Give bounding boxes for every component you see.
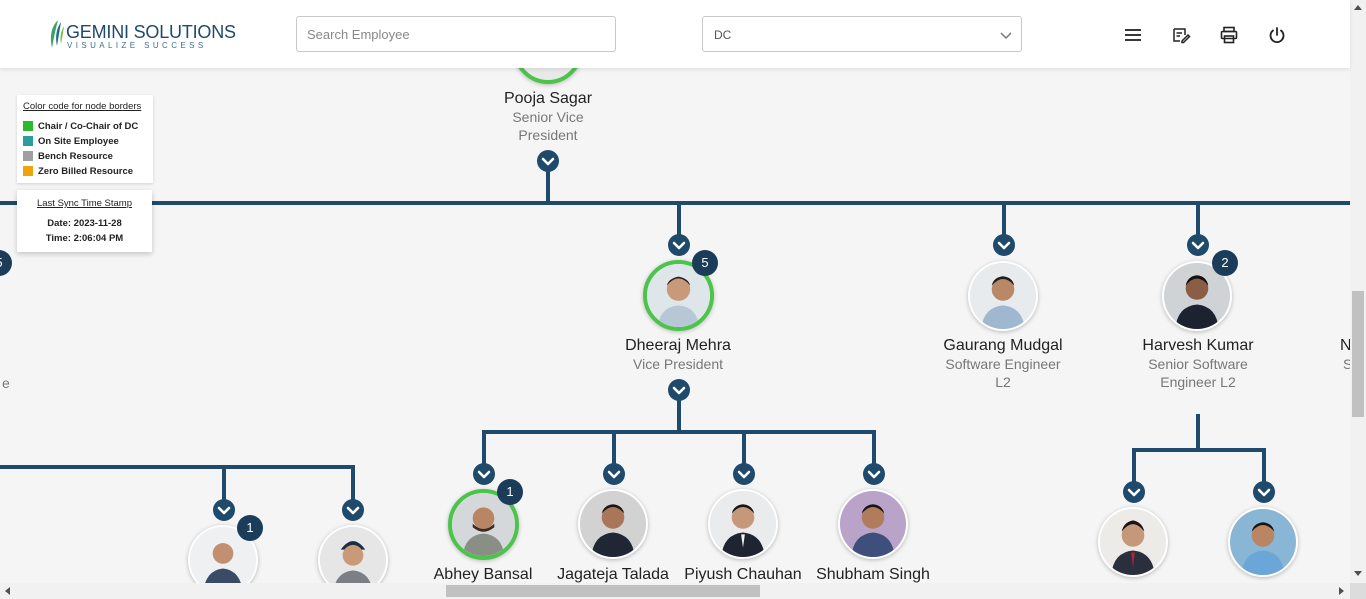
employee-role: Software Engineer bbox=[945, 356, 1061, 372]
legend-swatch bbox=[23, 166, 33, 176]
search-input[interactable] bbox=[296, 16, 616, 52]
department-select[interactable]: DC bbox=[702, 16, 1022, 52]
employee-role: President bbox=[518, 127, 578, 143]
expand-toggle-icon[interactable] bbox=[537, 150, 559, 172]
employee-photo[interactable] bbox=[968, 261, 1038, 331]
child-count-badge: 1 bbox=[497, 479, 523, 505]
scroll-up-arrow-icon[interactable] bbox=[1354, 5, 1362, 10]
sync-time: Time: 2:06:04 PM bbox=[45, 233, 124, 244]
employee-role: e bbox=[2, 375, 10, 391]
legend-swatch bbox=[23, 121, 33, 131]
employee-role: Senior Vice bbox=[512, 109, 584, 125]
employee-photo[interactable] bbox=[578, 489, 648, 559]
legend-title: Color code for node borders bbox=[23, 101, 142, 112]
last-sync-panel: Last Sync Time Stamp Date: 2023-11-28 Ti… bbox=[17, 190, 152, 252]
border-color-legend: Color code for node borders Chair / Co-C… bbox=[17, 95, 153, 183]
scrollbar-corner bbox=[1350, 583, 1366, 599]
menu-icon[interactable] bbox=[1123, 25, 1143, 45]
logo-name: GEMINI SOLUTIONS bbox=[66, 22, 236, 42]
employee-name[interactable]: Gaurang Mudgal bbox=[943, 337, 1062, 355]
child-count-badge: 2 bbox=[1212, 250, 1238, 276]
expand-toggle-icon[interactable] bbox=[863, 463, 885, 485]
sync-date: Date: 2023-11-28 bbox=[47, 218, 122, 229]
org-chart: Pooja Sagar Senior Vice President 5 e 5 … bbox=[0, 0, 1352, 595]
horizontal-scroll-thumb[interactable] bbox=[446, 585, 760, 597]
employee-name[interactable]: Abhey Bansal bbox=[434, 566, 533, 584]
expand-toggle-icon[interactable] bbox=[603, 463, 625, 485]
expand-toggle-icon[interactable] bbox=[993, 234, 1015, 256]
employee-photo[interactable] bbox=[1228, 507, 1298, 577]
employee-name[interactable]: Harvesh Kumar bbox=[1142, 337, 1253, 355]
power-icon[interactable] bbox=[1267, 25, 1287, 45]
expand-toggle-icon[interactable] bbox=[473, 463, 495, 485]
employee-photo[interactable] bbox=[708, 489, 778, 559]
logo-tagline: VISUALIZE SUCCESS bbox=[67, 41, 207, 50]
scroll-down-arrow-icon[interactable] bbox=[1354, 571, 1362, 576]
employee-role: Vice President bbox=[632, 356, 724, 372]
legend-label: Chair / Co-Chair of DC bbox=[38, 121, 139, 132]
employee-name[interactable]: Pooja Sagar bbox=[504, 90, 592, 108]
employee-photo[interactable] bbox=[1098, 507, 1168, 577]
employee-name[interactable]: Shubham Singh bbox=[816, 566, 930, 584]
expand-toggle-icon[interactable] bbox=[213, 499, 235, 521]
horizontal-scrollbar[interactable] bbox=[0, 583, 1350, 599]
top-navbar: GEMINI SOLUTIONS VISUALIZE SUCCESS DC bbox=[0, 0, 1350, 68]
legend-label: Bench Resource bbox=[38, 151, 113, 162]
chevron-down-icon bbox=[1000, 32, 1012, 40]
employee-name[interactable]: Piyush Chauhan bbox=[684, 566, 801, 584]
vertical-scrollbar[interactable] bbox=[1350, 0, 1366, 583]
expand-toggle-icon[interactable] bbox=[1187, 234, 1209, 256]
expand-toggle-icon[interactable] bbox=[342, 499, 364, 521]
logo-leaf-icon bbox=[50, 20, 64, 48]
employee-name[interactable]: Dheeraj Mehra bbox=[625, 337, 731, 355]
employee-role: Engineer L2 bbox=[1160, 374, 1236, 390]
employee-photo[interactable] bbox=[838, 489, 908, 559]
expand-toggle-icon[interactable] bbox=[668, 234, 690, 256]
sync-title: Last Sync Time Stamp bbox=[36, 198, 133, 209]
legend-swatch bbox=[23, 151, 33, 161]
scroll-left-arrow-icon[interactable] bbox=[5, 587, 10, 595]
print-icon[interactable] bbox=[1219, 25, 1239, 45]
expand-toggle-icon[interactable] bbox=[733, 463, 755, 485]
vertical-scroll-thumb[interactable] bbox=[1352, 291, 1364, 417]
legend-swatch bbox=[23, 136, 33, 146]
expand-toggle-icon[interactable] bbox=[668, 379, 690, 401]
legend-label: On Site Employee bbox=[38, 136, 119, 147]
company-logo[interactable]: GEMINI SOLUTIONS VISUALIZE SUCCESS bbox=[46, 18, 236, 52]
expand-toggle-icon[interactable] bbox=[1253, 481, 1275, 503]
edit-note-icon[interactable] bbox=[1171, 25, 1191, 45]
employee-role: Senior Software bbox=[1148, 356, 1248, 372]
employee-name[interactable]: Jagateja Talada bbox=[557, 566, 669, 584]
child-count-badge: 1 bbox=[237, 515, 263, 541]
scroll-right-arrow-icon[interactable] bbox=[1339, 587, 1344, 595]
employee-role: L2 bbox=[995, 374, 1011, 390]
department-select-value: DC bbox=[714, 28, 732, 42]
legend-label: Zero Billed Resource bbox=[38, 166, 134, 177]
child-count-badge: 5 bbox=[692, 250, 718, 276]
expand-toggle-icon[interactable] bbox=[1123, 481, 1145, 503]
